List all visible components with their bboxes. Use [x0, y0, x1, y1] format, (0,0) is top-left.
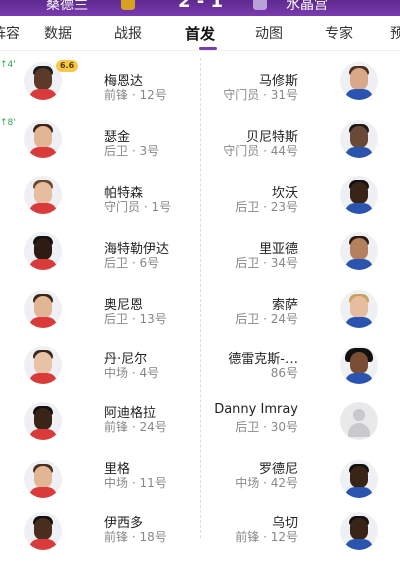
away-player-position: 后卫 · 30号: [235, 420, 298, 434]
player-avatar[interactable]: [24, 460, 62, 498]
player-avatar[interactable]: [340, 176, 378, 214]
home-player-position: 后卫 · 3号: [104, 144, 160, 158]
player-avatar[interactable]: [340, 512, 378, 550]
sub-minute: 4': [7, 60, 16, 70]
player-avatar[interactable]: [340, 290, 378, 328]
player-avatar[interactable]: [24, 290, 62, 328]
default-person-icon[interactable]: [340, 402, 378, 440]
tab-prediction[interactable]: 预测: [390, 23, 400, 43]
player-avatar[interactable]: [340, 232, 378, 270]
player-avatar[interactable]: [24, 346, 62, 384]
tab-lineup[interactable]: 首发: [185, 23, 215, 44]
player-avatar[interactable]: [24, 120, 62, 158]
home-team-name: 桑德兰: [46, 0, 88, 13]
away-player-name[interactable]: Danny Imray: [214, 402, 298, 417]
home-player-position: 后卫 · 13号: [104, 312, 167, 326]
player-avatar[interactable]: [24, 512, 62, 550]
away-player-position: 中场 · 42号: [235, 476, 298, 490]
player-rating-badge: 6.6: [56, 60, 79, 72]
home-player-position: 中场 · 4号: [104, 366, 160, 380]
lineup-row: 帕特森 守门员 · 1号 坎沃 后卫 · 23号: [0, 176, 400, 232]
tab-gifs[interactable]: 动图: [255, 23, 283, 43]
away-player-position: 前锋 · 12号: [235, 530, 298, 544]
home-player-position: 后卫 · 6号: [104, 256, 160, 270]
player-avatar[interactable]: [340, 62, 378, 100]
tab-report[interactable]: 战报: [114, 23, 142, 43]
player-avatar[interactable]: [24, 402, 62, 440]
lineup-row: 丹·尼尔 中场 · 4号 德雷克斯-… 86号: [0, 346, 400, 402]
active-tab-indicator: [199, 47, 217, 50]
lineup-row: 奥尼恩 后卫 · 13号 索萨 后卫 · 24号: [0, 290, 400, 346]
home-player-position: 前锋 · 12号: [104, 88, 167, 102]
away-player-position: 守门员 · 44号: [223, 144, 298, 158]
home-player-position: 中场 · 11号: [104, 476, 167, 490]
home-team-crest-icon: [121, 0, 135, 10]
lineup-row: 阿迪格拉 前锋 · 24号 Danny Imray 后卫 · 30号: [0, 402, 400, 458]
away-team-crest-icon: [253, 0, 267, 10]
lineup-row: ↑8' 瑟金 后卫 · 3号 贝尼特斯 守门员 · 44号: [0, 118, 400, 176]
player-avatar[interactable]: [24, 176, 62, 214]
home-player-position: 前锋 · 24号: [104, 420, 167, 434]
lineup-row: 海特勒伊达 后卫 · 6号 里亚德 后卫 · 34号: [0, 232, 400, 288]
tab-bar: 阵容 数据 战报 首发 动图 专家 预测: [0, 16, 400, 51]
lineup-row: 里格 中场 · 11号 罗德尼 中场 · 42号: [0, 460, 400, 516]
away-team-name: 水晶宫: [286, 0, 328, 13]
tab-experts[interactable]: 专家: [325, 23, 353, 43]
away-player-position: 后卫 · 34号: [235, 256, 298, 270]
player-avatar[interactable]: [340, 346, 378, 384]
away-player-position: 后卫 · 24号: [235, 312, 298, 326]
away-player-position: 守门员 · 31号: [223, 88, 298, 102]
away-player-position: 后卫 · 23号: [235, 200, 298, 214]
lineup-row: 伊西多 前锋 · 18号 乌切 前锋 · 12号: [0, 512, 400, 568]
home-player-position: 前锋 · 18号: [104, 530, 167, 544]
lineup-row: ↑4' 6.6 梅恩达 前锋 · 12号 马修斯 守门员 · 31号: [0, 60, 400, 118]
sub-minute: 8': [7, 118, 16, 128]
sub-in-arrow-icon: ↑4': [0, 60, 16, 70]
player-avatar[interactable]: [340, 120, 378, 158]
match-header: 桑德兰 2 - 1 水晶宫: [0, 0, 400, 16]
player-avatar[interactable]: [340, 460, 378, 498]
sub-in-arrow-icon: ↑8': [0, 118, 16, 128]
tab-stats[interactable]: 数据: [44, 23, 72, 43]
player-avatar[interactable]: [24, 232, 62, 270]
away-player-position: 86号: [270, 366, 298, 380]
home-player-position: 守门员 · 1号: [104, 200, 172, 214]
tab-lineup-prev[interactable]: 阵容: [0, 23, 20, 43]
match-score: 2 - 1: [178, 0, 224, 12]
